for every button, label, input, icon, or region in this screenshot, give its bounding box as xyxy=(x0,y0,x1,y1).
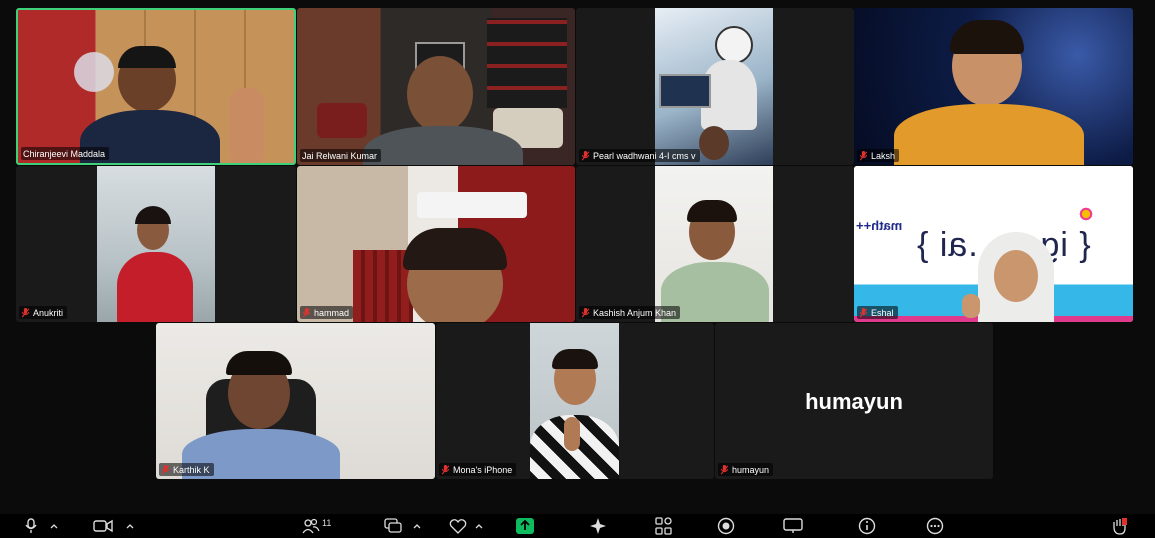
participant-name-tag: Karthik K xyxy=(159,463,214,476)
chevron-up-icon xyxy=(50,524,58,529)
camera-button[interactable] xyxy=(93,517,113,535)
participants-icon xyxy=(302,518,320,534)
participant-name-tag: Kashish Anjum Khan xyxy=(579,306,681,319)
video-tile[interactable]: Anukriti xyxy=(16,166,296,322)
participant-name-tag: Eshal xyxy=(857,306,898,319)
info-button[interactable] xyxy=(858,517,876,535)
participant-name-tag: Anukriti xyxy=(19,306,68,319)
participant-name: Chiranjeevi Maddala xyxy=(23,148,106,159)
video-feed xyxy=(97,166,215,322)
participants-button[interactable]: 11 xyxy=(302,517,331,535)
camera-icon xyxy=(93,519,113,533)
chevron-up-icon xyxy=(126,524,134,529)
more-button[interactable] xyxy=(926,517,944,535)
record-button[interactable] xyxy=(717,517,735,535)
video-tile[interactable]: math++ { ige .ai } Eshal xyxy=(854,166,1133,322)
chevron-up-icon xyxy=(475,524,483,529)
react-icon xyxy=(449,519,467,534)
participant-name-tag: Laksh xyxy=(857,149,900,162)
video-feed xyxy=(297,8,575,165)
video-feed xyxy=(297,166,575,322)
video-feed xyxy=(530,323,619,479)
video-tile[interactable]: Mona's iPhone xyxy=(436,323,714,479)
muted-mic-icon xyxy=(720,464,729,475)
participant-avatar-name: humayun xyxy=(805,389,903,414)
muted-mic-icon xyxy=(581,150,590,161)
muted-mic-icon xyxy=(161,464,170,475)
video-tile[interactable]: hammad xyxy=(297,166,575,322)
video-tile[interactable]: Jai Relwani Kumar xyxy=(297,8,575,165)
muted-mic-icon xyxy=(859,150,868,161)
video-feed: math++ { ige .ai } xyxy=(854,166,1133,322)
muted-mic-icon xyxy=(21,307,30,318)
share-icon xyxy=(516,518,534,534)
video-tile[interactable]: humayun humayun xyxy=(715,323,993,479)
info-icon xyxy=(858,517,876,535)
ai-companion-icon xyxy=(590,518,606,534)
chat-icon xyxy=(384,518,402,533)
participant-name: Jai Relwani Kumar xyxy=(302,150,378,161)
whiteboard-icon xyxy=(783,518,803,533)
record-icon xyxy=(717,517,735,535)
muted-mic-icon xyxy=(581,307,590,318)
whiteboard-button[interactable] xyxy=(783,517,803,535)
apps-icon xyxy=(655,517,672,535)
raise-hand-button[interactable] xyxy=(1110,517,1128,535)
chat-options-button[interactable] xyxy=(413,517,421,535)
participant-name: hammad xyxy=(314,307,350,318)
participant-name-tag: humayun xyxy=(718,463,774,476)
participant-name-tag: hammad xyxy=(300,306,354,319)
video-feed xyxy=(655,8,773,165)
raise-hand-icon xyxy=(1113,518,1127,535)
muted-mic-icon xyxy=(859,307,868,318)
participant-name-tag: Pearl wadhwani 4-I cms v xyxy=(579,149,700,162)
brand-math-label: math++ xyxy=(856,218,903,233)
participant-name-tag: Jai Relwani Kumar xyxy=(300,149,382,162)
participant-name-tag: Chiranjeevi Maddala xyxy=(21,147,110,160)
participant-name: Anukriti xyxy=(33,307,64,318)
share-screen-button[interactable] xyxy=(516,517,534,535)
participant-name-tag: Mona's iPhone xyxy=(439,463,517,476)
react-button[interactable] xyxy=(449,517,467,535)
chat-button[interactable] xyxy=(384,517,402,535)
participant-name: Eshal xyxy=(871,307,894,318)
apps-button[interactable] xyxy=(655,517,673,535)
participant-name: Pearl wadhwani 4-I cms v xyxy=(593,150,696,161)
mic-options-button[interactable] xyxy=(50,517,58,535)
muted-mic-icon xyxy=(441,464,450,475)
participant-name: Karthik K xyxy=(173,464,210,475)
video-tile[interactable]: Laksh xyxy=(854,8,1133,165)
video-tile[interactable]: Pearl wadhwani 4-I cms v xyxy=(576,8,854,165)
video-tile[interactable]: Karthik K xyxy=(156,323,435,479)
mic-button[interactable] xyxy=(24,517,38,535)
video-tile[interactable]: Kashish Anjum Khan xyxy=(576,166,854,322)
participant-name: Kashish Anjum Khan xyxy=(593,307,677,318)
chevron-up-icon xyxy=(413,524,421,529)
mic-icon xyxy=(25,518,37,533)
more-icon xyxy=(926,517,944,535)
participant-count: 11 xyxy=(322,518,332,528)
meeting-toolbar: 11 xyxy=(0,514,1155,538)
video-feed xyxy=(156,323,435,479)
participant-name: Laksh xyxy=(871,150,896,161)
video-feed xyxy=(18,10,294,163)
video-tile[interactable]: Chiranjeevi Maddala xyxy=(16,8,296,165)
camera-options-button[interactable] xyxy=(126,517,134,535)
muted-mic-icon xyxy=(302,307,311,318)
participant-name: Mona's iPhone xyxy=(453,464,513,475)
video-feed xyxy=(854,8,1133,165)
video-feed xyxy=(655,166,773,322)
participant-name: humayun xyxy=(732,464,770,475)
ai-companion-button[interactable] xyxy=(589,517,607,535)
react-options-button[interactable] xyxy=(475,517,483,535)
